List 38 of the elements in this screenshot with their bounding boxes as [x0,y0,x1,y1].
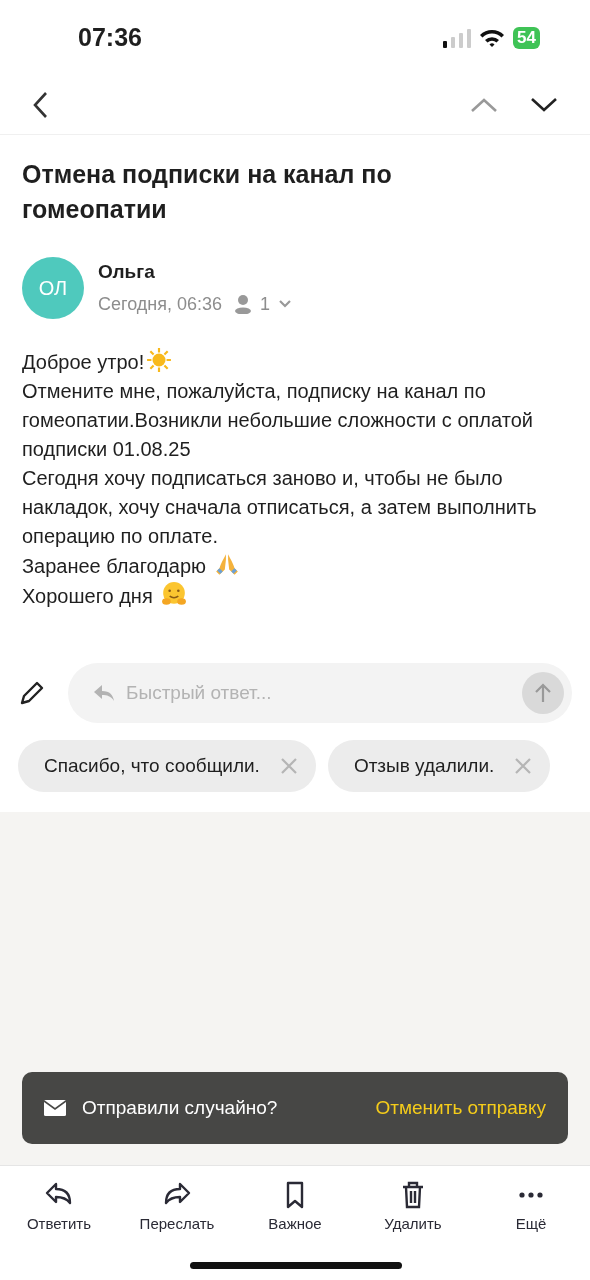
envelope-icon [44,1100,66,1116]
toolbar-button[interactable]: Переслать [118,1166,236,1236]
status-time: 07:36 [78,21,142,53]
compose-button[interactable] [18,679,46,707]
signal-icon [443,27,472,48]
arrow-up-icon [533,682,553,704]
suggestion-chip[interactable]: Отзыв удалили. [327,740,551,792]
quick-reply-field[interactable]: Быстрый ответ... [68,663,572,723]
sun-emoji-icon [146,347,173,373]
reply-icon [92,683,116,703]
message-text: Заранее благодарю [22,555,207,577]
email-subject: Отмена подписки на канал по гомеопатии [22,159,393,225]
message-text: Отмените мне, пожалуйста, подписку на канал по гомеопатии.Возникли небольшие сложности с оплатой подписки 01.08.25 [22,380,533,460]
close-icon[interactable] [514,757,533,775]
pencil-icon [18,679,46,707]
toolbar-button[interactable]: Ещё [472,1166,590,1236]
battery-indicator: 54 [513,26,540,49]
sent-date: Сегодня, 06:36 [98,292,223,316]
message-text: Сегодня хочу подписаться заново и, чтобы не было накладок, хочу сначала отписаться, а затем выполнить операцию по оплате. [22,467,537,547]
suggestion-chip[interactable]: Спасибо, что сообщили. [18,740,316,792]
toolbar-button[interactable]: Удалить [354,1166,472,1236]
wifi-icon [479,27,506,48]
sender-name: Ольга [98,260,156,285]
toolbar-button[interactable]: Важное [236,1166,354,1236]
more-icon [519,1192,543,1198]
back-icon [32,90,48,119]
person-icon [234,294,253,315]
toast-message: Отправили случайно? [82,1095,279,1120]
message-text: Хорошего дня [22,585,153,607]
hugging-face-icon [160,581,187,607]
avatar: ОЛ [22,257,84,319]
toolbar-button[interactable]: Ответить [0,1166,118,1236]
undo-send-link[interactable]: Отменить отправку [375,1093,546,1123]
close-icon[interactable] [279,757,298,775]
chevron-down-icon [278,299,293,310]
quick-reply-input[interactable]: Быстрый ответ... [124,677,514,709]
send-button[interactable] [522,672,564,714]
message-text: Доброе утро! [22,351,145,373]
